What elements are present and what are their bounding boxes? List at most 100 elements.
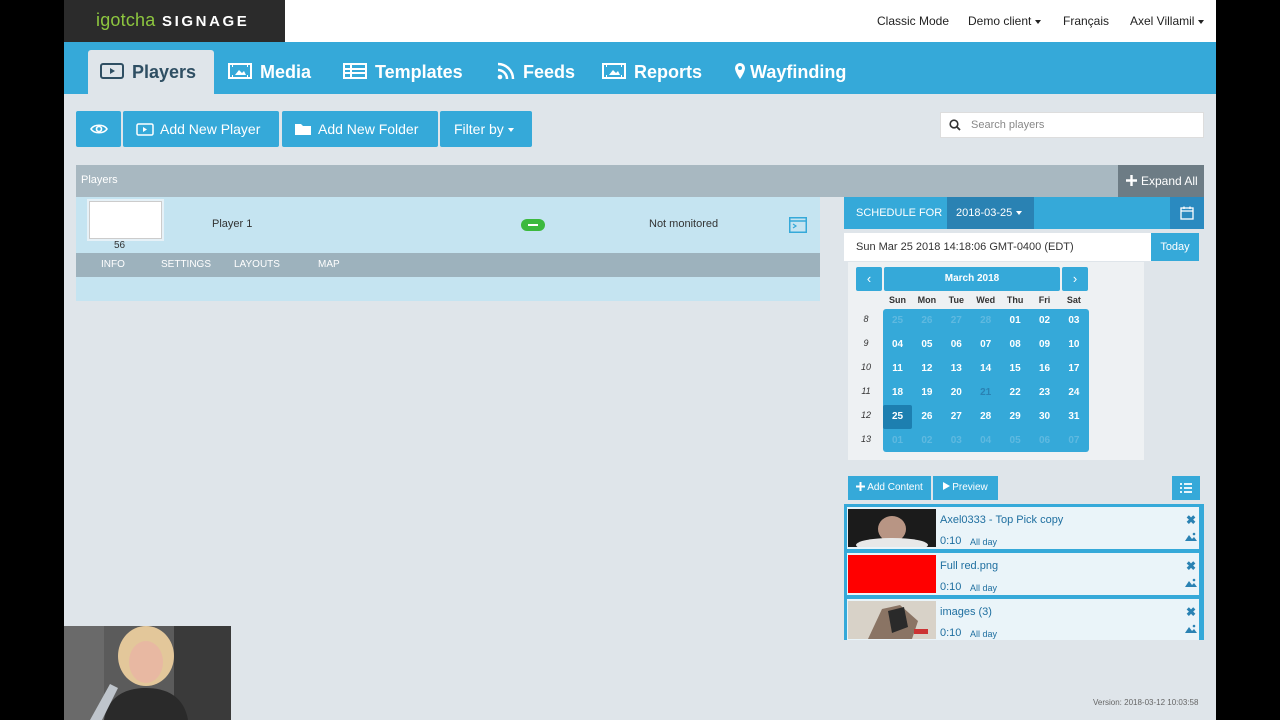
calendar-toggle-button[interactable]	[1170, 197, 1204, 229]
calendar-day[interactable]: 26	[912, 309, 941, 333]
filter-by-dropdown[interactable]: Filter by	[440, 111, 532, 147]
next-month-button[interactable]: ›	[1062, 267, 1088, 291]
calendar-day[interactable]: 16	[1030, 357, 1059, 381]
list-view-button[interactable]	[1172, 476, 1200, 500]
visibility-toggle-button[interactable]	[76, 111, 121, 147]
add-player-label: Add New Player	[160, 121, 261, 137]
calendar-day[interactable]: 08	[1001, 333, 1030, 357]
classic-mode-link[interactable]: Classic Mode	[877, 0, 949, 42]
schedule-item-when: All day	[970, 583, 998, 593]
calendar-day[interactable]: 31	[1059, 405, 1088, 429]
add-folder-button[interactable]: Add New Folder	[282, 111, 438, 147]
calendar-day[interactable]: 18	[883, 381, 912, 405]
schedule-item[interactable]: images (3) 0:10 All day ✖	[847, 599, 1199, 640]
media-thumbnail	[848, 555, 936, 593]
remove-icon[interactable]: ✖	[1186, 559, 1196, 573]
calendar-day[interactable]: 23	[1030, 381, 1059, 405]
remove-icon[interactable]: ✖	[1186, 605, 1196, 619]
calendar-day[interactable]: 06	[1030, 429, 1059, 453]
calendar-day[interactable]: 01	[883, 429, 912, 453]
today-button[interactable]: Today	[1151, 233, 1199, 261]
calendar-day[interactable]: 02	[912, 429, 941, 453]
logo[interactable]: igotcha SIGNAGE	[64, 0, 285, 42]
map-marker-icon	[735, 63, 745, 80]
plus-icon	[1126, 175, 1137, 187]
calendar-day[interactable]: 02	[1030, 309, 1059, 333]
calendar-week-number: 10	[860, 362, 871, 372]
calendar-day[interactable]: 29	[1001, 405, 1030, 429]
tab-media[interactable]: Media	[228, 42, 311, 94]
tab-templates[interactable]: Templates	[343, 42, 463, 94]
calendar-day[interactable]: 04	[971, 429, 1000, 453]
tab-players[interactable]: Players	[88, 50, 214, 94]
calendar-day[interactable]: 01	[1001, 309, 1030, 333]
calendar-day[interactable]: 11	[883, 357, 912, 381]
calendar-day[interactable]: 10	[1059, 333, 1088, 357]
image-icon[interactable]	[1185, 532, 1197, 542]
calendar-day[interactable]: 07	[1059, 429, 1088, 453]
player-row[interactable]: 56 Player 1 Not monitored INFO SETTINGS …	[76, 197, 820, 301]
calendar-day[interactable]: 05	[912, 333, 941, 357]
schedule-item[interactable]: Full red.png 0:10 All day ✖	[847, 553, 1199, 595]
tab-feeds[interactable]: Feeds	[497, 42, 575, 94]
calendar-day[interactable]: 22	[1001, 381, 1030, 405]
tab-wayfinding[interactable]: Wayfinding	[734, 42, 846, 94]
calendar-day[interactable]: 09	[1030, 333, 1059, 357]
calendar-day[interactable]: 05	[1001, 429, 1030, 453]
calendar-day[interactable]: 03	[1059, 309, 1088, 333]
calendar-day[interactable]: 30	[1030, 405, 1059, 429]
add-content-label: Add Content	[867, 482, 923, 493]
image-icon[interactable]	[1185, 624, 1197, 634]
calendar-day[interactable]: 12	[912, 357, 941, 381]
calendar-day[interactable]: 28	[971, 309, 1000, 333]
calendar-day[interactable]: 27	[942, 309, 971, 333]
calendar-days-grid: 25 26 27 28 01 02 03 04 05 06 07 08 09 10 11 12 13 14 15 16…	[883, 309, 1089, 452]
add-content-button[interactable]: Add Content	[848, 476, 931, 500]
expand-all-button[interactable]: Expand All	[1118, 165, 1204, 197]
search-icon	[949, 119, 961, 131]
user-dropdown[interactable]: Axel Villamil	[1130, 0, 1205, 42]
calendar-day[interactable]: 25	[883, 405, 912, 429]
tab-reports[interactable]: Reports	[602, 42, 702, 94]
preview-button[interactable]: Preview	[933, 476, 998, 500]
prev-month-button[interactable]: ‹	[856, 267, 882, 291]
calendar-day[interactable]: 06	[942, 333, 971, 357]
client-label: Demo client	[968, 14, 1032, 28]
calendar-day[interactable]: 28	[971, 405, 1000, 429]
schedule-date-dropdown[interactable]: 2018-03-25	[947, 197, 1034, 229]
player-tab-settings[interactable]: SETTINGS	[161, 259, 211, 270]
caret-down-icon	[1198, 19, 1205, 24]
calendar-day[interactable]: 14	[971, 357, 1000, 381]
add-player-button[interactable]: Add New Player	[123, 111, 279, 147]
schedule-item[interactable]: Axel0333 - Top Pick copy 0:10 All day ✖	[847, 507, 1199, 549]
calendar-day[interactable]: 13	[942, 357, 971, 381]
schedule-item-when: All day	[970, 537, 998, 547]
calendar-day[interactable]: 04	[883, 333, 912, 357]
calendar-day[interactable]: 07	[971, 333, 1000, 357]
calendar-day[interactable]: 24	[1059, 381, 1088, 405]
client-dropdown[interactable]: Demo client	[968, 0, 1042, 42]
calendar-day[interactable]: 20	[942, 381, 971, 405]
player-tab-info[interactable]: INFO	[101, 259, 125, 270]
filter-by-label: Filter by	[454, 121, 504, 137]
terminal-icon[interactable]	[789, 217, 807, 233]
calendar-month[interactable]: March 2018	[884, 267, 1060, 291]
calendar-day[interactable]: 21	[971, 381, 1000, 405]
player-thumbnail[interactable]	[89, 201, 162, 239]
player-name[interactable]: Player 1	[212, 218, 252, 230]
calendar-day[interactable]: 25	[883, 309, 912, 333]
calendar-day[interactable]: 26	[912, 405, 941, 429]
player-tab-map[interactable]: MAP	[318, 259, 340, 270]
calendar-day[interactable]: 19	[912, 381, 941, 405]
image-icon[interactable]	[1185, 578, 1197, 588]
search-input[interactable]	[971, 116, 1197, 134]
calendar-week-number: 12	[860, 410, 871, 420]
language-link[interactable]: Français	[1063, 0, 1109, 42]
remove-icon[interactable]: ✖	[1186, 513, 1196, 527]
player-tabs: INFO SETTINGS LAYOUTS MAP	[76, 253, 820, 277]
calendar-day[interactable]: 17	[1059, 357, 1088, 381]
calendar-day[interactable]: 03	[942, 429, 971, 453]
player-tab-layouts[interactable]: LAYOUTS	[234, 259, 280, 270]
calendar-day[interactable]: 15	[1001, 357, 1030, 381]
calendar-day[interactable]: 27	[942, 405, 971, 429]
